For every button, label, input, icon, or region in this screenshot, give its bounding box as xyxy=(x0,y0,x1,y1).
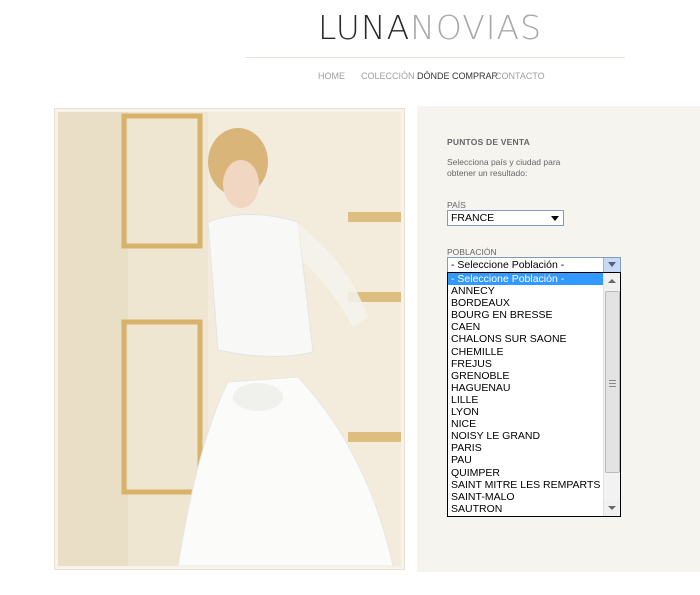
city-option[interactable]: CAEN xyxy=(448,321,603,333)
chevron-down-icon[interactable] xyxy=(547,211,563,225)
nav-coleccion[interactable]: COLECCIÓN xyxy=(361,71,415,81)
city-option[interactable]: NICE xyxy=(448,418,603,430)
country-label: PAÍS xyxy=(447,200,466,210)
city-option[interactable]: BOURG EN BRESSE xyxy=(448,309,603,321)
main-nav: HOME COLECCIÓN DÓNDE COMPRAR CONTACTO xyxy=(0,71,700,85)
city-option[interactable]: BORDEAUX xyxy=(448,297,603,309)
city-option[interactable]: PARIS xyxy=(448,442,603,454)
city-option[interactable]: HAGUENAU xyxy=(448,382,603,394)
nav-contacto[interactable]: CONTACTO xyxy=(495,71,545,81)
bridal-photo-frame xyxy=(54,108,405,570)
city-label: POBLACIÓN xyxy=(447,247,497,257)
city-option[interactable]: ANNECY xyxy=(448,285,603,297)
city-select[interactable]: - Seleccione Población - xyxy=(447,257,621,273)
bridal-photo xyxy=(58,112,401,566)
city-option[interactable]: GRENOBLE xyxy=(448,370,603,382)
grip-icon xyxy=(609,380,616,387)
scroll-down-icon[interactable] xyxy=(604,500,620,516)
city-option[interactable]: CHALONS SUR SAONE xyxy=(448,333,603,345)
brand-logo[interactable]: LUNANOVIAS xyxy=(318,8,542,47)
city-option[interactable]: SAINT MITRE LES REMPARTS xyxy=(448,479,603,491)
nav-home[interactable]: HOME xyxy=(318,71,345,81)
city-option[interactable]: QUIMPER xyxy=(448,467,603,479)
instructions-text: Selecciona país y ciudad para obtener un… xyxy=(447,157,561,178)
brand-logo-part2: NOVIAS xyxy=(410,8,543,47)
header-divider xyxy=(245,57,625,58)
section-title: PUNTOS DE VENTA xyxy=(447,137,530,147)
city-select-value: - Seleccione Población - xyxy=(451,259,565,271)
city-options: - Seleccione Población - ANNECY BORDEAUX BO… xyxy=(448,273,603,515)
city-option[interactable]: SAINT-MALO xyxy=(448,491,603,503)
city-option[interactable]: FREJUS xyxy=(448,358,603,370)
city-option[interactable]: - Seleccione Población - xyxy=(448,273,603,286)
bride-illustration xyxy=(58,112,401,566)
nav-donde-comprar[interactable]: DÓNDE COMPRAR xyxy=(417,71,498,81)
city-option[interactable]: LYON xyxy=(448,406,603,418)
city-dropdown-list[interactable]: - Seleccione Población - ANNECY BORDEAUX BO… xyxy=(447,272,621,517)
city-option[interactable]: CHEMILLE xyxy=(448,346,603,358)
city-option[interactable]: NOISY LE GRAND xyxy=(448,430,603,442)
country-select[interactable]: FRANCE xyxy=(447,210,564,226)
city-option[interactable]: SAUTRON xyxy=(448,503,603,515)
country-select-value: FRANCE xyxy=(451,212,495,224)
city-option[interactable]: LILLE xyxy=(448,394,603,406)
scroll-up-icon[interactable] xyxy=(604,273,620,289)
scroll-thumb[interactable] xyxy=(605,291,620,473)
brand-logo-part1: LUNA xyxy=(318,8,411,47)
chevron-down-icon[interactable] xyxy=(603,258,620,272)
city-option[interactable]: PAU xyxy=(448,454,603,466)
dropdown-scrollbar[interactable] xyxy=(603,273,620,516)
